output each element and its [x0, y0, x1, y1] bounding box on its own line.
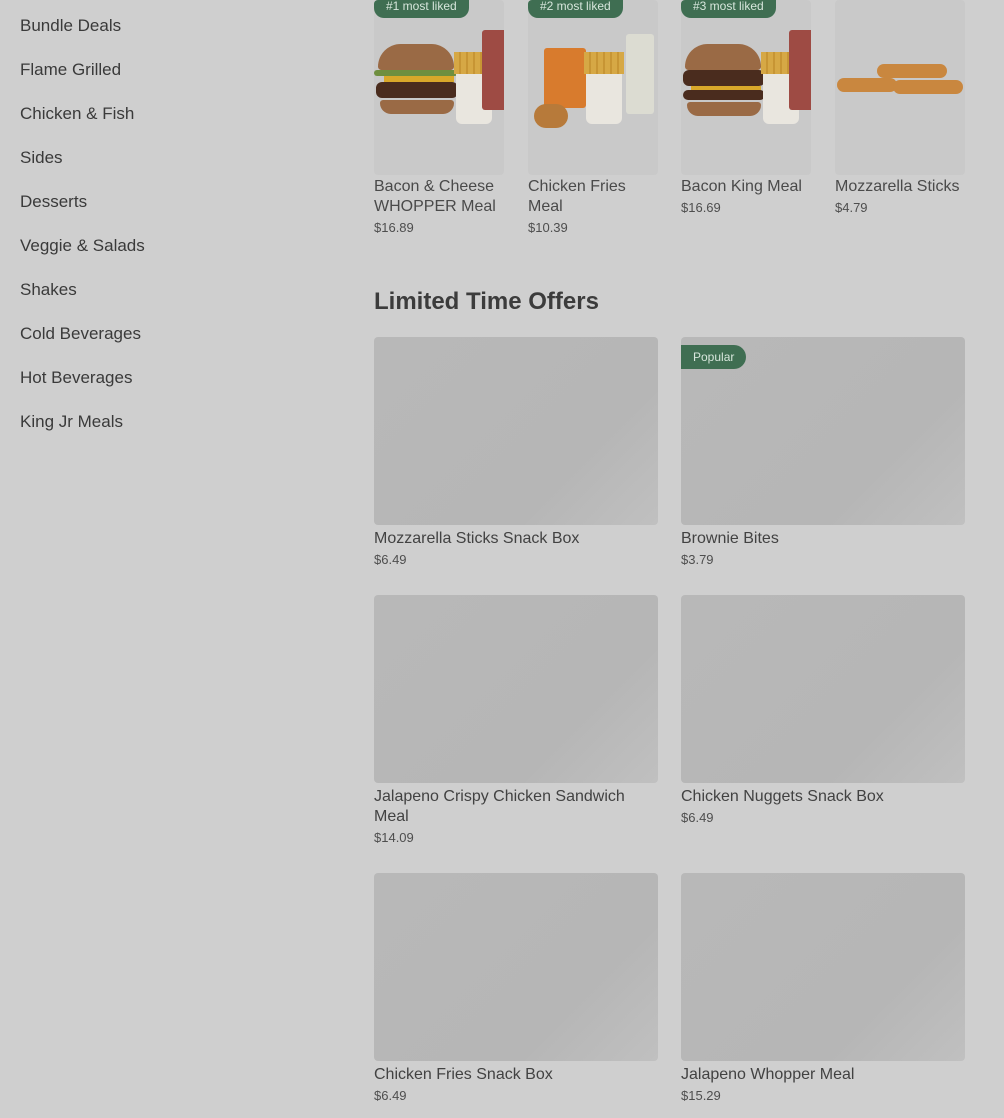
product-image-placeholder: [681, 873, 965, 1061]
product-name: Chicken Fries Snack Box: [374, 1066, 553, 1083]
product-image-placeholder: [374, 873, 658, 1061]
burger-illustration: [374, 44, 464, 124]
cup-illustration: [482, 30, 504, 110]
sidebar-item-shakes[interactable]: Shakes: [20, 280, 77, 300]
sidebar-item-desserts[interactable]: Desserts: [20, 192, 87, 212]
product-image: #3 most liked: [681, 0, 811, 175]
product-card-jalapeno-whopper-meal[interactable]: Jalapeno Whopper Meal $15.29: [681, 873, 965, 1103]
burger-illustration: [681, 44, 771, 124]
cup-illustration: [789, 30, 811, 110]
product-price: $16.69: [681, 200, 721, 215]
most-liked-badge: #3 most liked: [681, 0, 776, 18]
product-price: $4.79: [835, 200, 868, 215]
most-liked-badge: #2 most liked: [528, 0, 623, 18]
product-card-chicken-nuggets-snack-box[interactable]: Chicken Nuggets Snack Box $6.49: [681, 595, 965, 825]
product-card-brownie-bites[interactable]: Popular Brownie Bites $3.79: [681, 337, 965, 567]
product-name: Jalapeno Whopper Meal: [681, 1066, 855, 1083]
sidebar-item-king-jr-meals[interactable]: King Jr Meals: [20, 412, 123, 432]
product-image: #1 most liked: [374, 0, 504, 175]
product-card-chicken-fries-snack-box[interactable]: Chicken Fries Snack Box $6.49: [374, 873, 658, 1103]
most-liked-badge: #1 most liked: [374, 0, 469, 18]
section-title-limited-time-offers: Limited Time Offers: [374, 288, 599, 315]
product-price: $10.39: [528, 220, 568, 235]
chicken-fries-box-illustration: [544, 48, 586, 108]
product-price: $3.79: [681, 552, 714, 567]
product-name: Bacon King Meal: [681, 178, 802, 195]
fries-top-illustration: [584, 52, 624, 74]
sidebar-item-cold-beverages[interactable]: Cold Beverages: [20, 324, 141, 344]
product-image-placeholder: [681, 595, 965, 783]
cup-illustration: [626, 34, 654, 114]
product-name: Brownie Bites: [681, 530, 779, 547]
product-price: $6.49: [681, 810, 714, 825]
product-card-mozzarella-sticks-snack-box[interactable]: Mozzarella Sticks Snack Box $6.49: [374, 337, 658, 567]
product-price: $6.49: [374, 552, 407, 567]
product-image: #2 most liked: [528, 0, 658, 175]
sidebar-item-flame-grilled[interactable]: Flame Grilled: [20, 60, 121, 80]
product-name: Mozzarella Sticks Snack Box: [374, 530, 580, 547]
product-name: Mozzarella Sticks: [835, 178, 960, 195]
product-card-bacon-king-meal[interactable]: #3 most liked Bacon King Meal $16.69: [681, 0, 811, 215]
product-image-placeholder: [374, 337, 658, 525]
product-name: Bacon & Cheese WHOPPER Meal: [374, 178, 496, 215]
menu-page: Bundle Deals Flame Grilled Chicken & Fis…: [0, 0, 1004, 1118]
most-liked-carousel: #1 most liked Bacon & Cheese WHOPPER Mea…: [374, 0, 974, 260]
product-name: Jalapeno Crispy Chicken Sandwich Meal: [374, 788, 625, 825]
product-image-placeholder: Popular: [681, 337, 965, 525]
sidebar-item-veggie-salads[interactable]: Veggie & Salads: [20, 236, 145, 256]
mozzarella-sticks-illustration: [837, 64, 963, 94]
product-price: $15.29: [681, 1088, 721, 1103]
product-card-jalapeno-crispy-chicken-sandwich-meal[interactable]: Jalapeno Crispy Chicken Sandwich Meal $1…: [374, 595, 658, 845]
fries-illustration: [586, 72, 622, 124]
sidebar-item-bundle-deals[interactable]: Bundle Deals: [20, 16, 121, 36]
product-price: $14.09: [374, 830, 414, 845]
product-price: $16.89: [374, 220, 414, 235]
sidebar-item-chicken-fish[interactable]: Chicken & Fish: [20, 104, 134, 124]
product-image-placeholder: [374, 595, 658, 783]
product-name: Chicken Fries Meal: [528, 178, 626, 215]
popular-badge: Popular: [681, 345, 747, 369]
product-card-chicken-fries-meal[interactable]: #2 most liked Chicken Fries Meal $10.39: [528, 0, 658, 235]
product-price: $6.49: [374, 1088, 407, 1103]
sidebar-item-hot-beverages[interactable]: Hot Beverages: [20, 368, 132, 388]
product-name: Chicken Nuggets Snack Box: [681, 788, 884, 805]
product-card-bacon-cheese-whopper-meal[interactable]: #1 most liked Bacon & Cheese WHOPPER Mea…: [374, 0, 504, 235]
product-card-mozzarella-sticks[interactable]: Mozzarella Sticks $4.79: [835, 0, 965, 215]
product-image: [835, 0, 965, 175]
sidebar-item-sides[interactable]: Sides: [20, 148, 63, 168]
chicken-fries-illustration: [534, 104, 568, 128]
